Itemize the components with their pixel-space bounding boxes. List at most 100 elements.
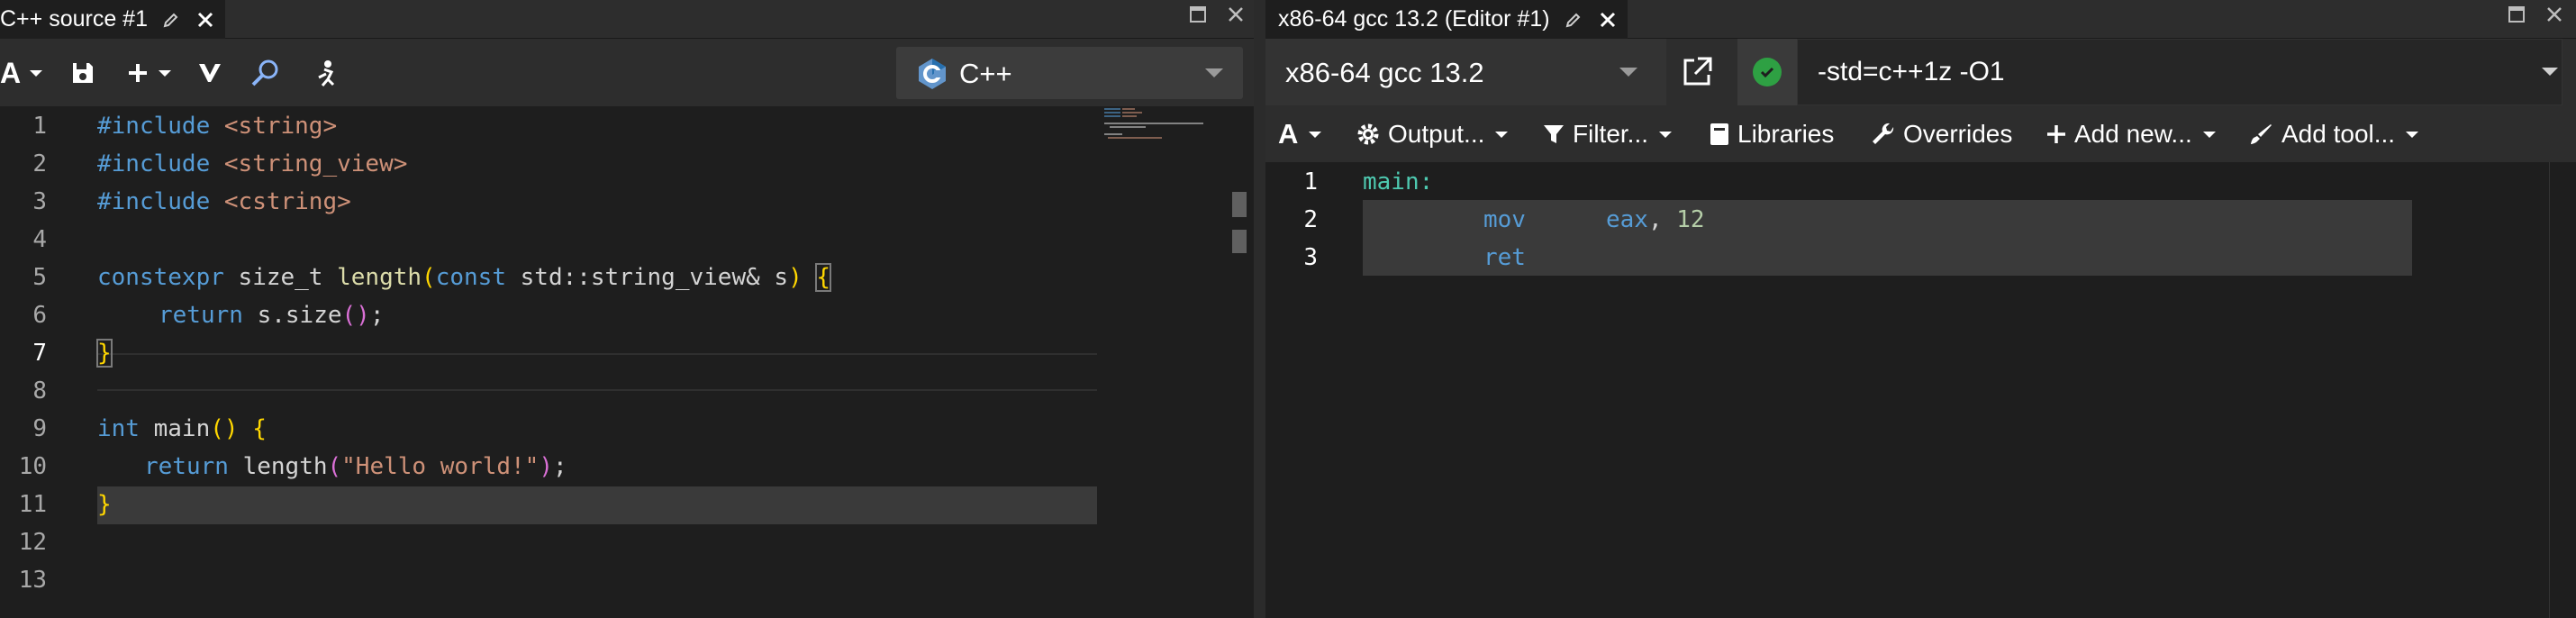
code-line: 8 (0, 371, 1254, 409)
token: "Hello world!" (341, 453, 540, 480)
line-number: 5 (32, 264, 47, 291)
add-tool-label: Add tool... (2281, 120, 2396, 148)
font-size-icon: A (1278, 118, 1299, 150)
token: #include (97, 188, 211, 215)
libraries-label: Libraries (1737, 120, 1835, 148)
run-button[interactable] (312, 55, 342, 91)
chevron-down-icon[interactable] (2542, 68, 2558, 76)
token: std::string_view& s (505, 264, 789, 291)
token: <cstring> (223, 188, 351, 215)
token: size_t (223, 264, 338, 291)
vertical-scrollbar[interactable] (1230, 192, 1254, 618)
compiler-options-input[interactable] (1797, 39, 2562, 105)
search-icon (251, 59, 278, 86)
asm-opcode: mov (1483, 206, 1526, 233)
asm-immediate: 12 (1676, 206, 1705, 233)
token: ) (539, 453, 553, 480)
assembly-output-editor[interactable]: 1 main: 2 mov eax, 12 3 ret (1265, 162, 2576, 618)
libraries-button[interactable]: Libraries (1709, 117, 1834, 151)
line-number: 3 (32, 188, 47, 215)
overrides-label: Overrides (1903, 120, 2013, 148)
token: #include (97, 150, 211, 177)
line-number: 12 (18, 529, 47, 556)
asm-line: 2 mov eax, 12 (1265, 200, 2576, 238)
code-line: 11 } (0, 485, 1254, 523)
compiler-bar: x86-64 gcc 13.2 (1265, 39, 2576, 105)
code-line: 7 } (0, 333, 1254, 371)
close-icon[interactable] (195, 9, 216, 31)
code-line: 12 (0, 523, 1254, 560)
font-size-button[interactable]: A (0, 55, 43, 91)
line-number: 7 (32, 340, 47, 367)
code-line: 3 #include <cstring> (0, 182, 1254, 220)
line-number: 1 (1303, 168, 1318, 195)
filter-label: Filter... (1573, 120, 1649, 148)
search-button[interactable] (250, 55, 281, 91)
compiler-tab[interactable]: x86-64 gcc 13.2 (Editor #1) (1265, 0, 1628, 39)
popout-icon[interactable] (1680, 55, 1714, 89)
code-line: 13 (0, 560, 1254, 598)
token: () (341, 302, 370, 329)
line-number: 13 (18, 567, 47, 594)
save-icon (73, 63, 93, 83)
edit-icon[interactable] (160, 9, 182, 31)
language-label: C++ (959, 58, 1012, 89)
compile-status[interactable] (1737, 39, 1797, 105)
scroll-thumb[interactable] (1232, 230, 1247, 253)
token: const (435, 264, 506, 291)
code-line: 1 #include <string> (0, 106, 1254, 144)
token: } (96, 339, 113, 368)
maximize-icon[interactable] (2508, 5, 2526, 28)
code-line: 6 return s.size(); (0, 295, 1254, 333)
code-line: 2 #include <string_view> (0, 144, 1254, 182)
asm-line: 1 main: (1265, 162, 2576, 200)
line-number: 1 (32, 113, 47, 140)
code-line: 10 return length("Hello world!"); (0, 447, 1254, 485)
vim-icon (199, 64, 221, 82)
source-tab-title: C++ source #1 (0, 6, 148, 32)
asm-label: main: (1363, 168, 1434, 195)
vertical-scrollbar[interactable] (2549, 162, 2571, 618)
token: () (210, 415, 239, 442)
output-button[interactable]: Output... (1356, 117, 1509, 151)
cpp-logo-icon (919, 59, 946, 89)
maximize-icon[interactable] (1189, 5, 1207, 28)
close-pane-icon[interactable] (1227, 5, 1245, 28)
line-number: 9 (32, 415, 47, 442)
source-code-editor[interactable]: 1 #include <string> 2 #include <string_v… (0, 106, 1254, 618)
vim-toggle[interactable] (196, 55, 223, 91)
pane-splitter[interactable] (1254, 0, 1265, 618)
token: , (1647, 206, 1677, 233)
close-pane-icon[interactable] (2545, 5, 2563, 28)
add-new-button[interactable]: Add new... (2045, 117, 2216, 151)
edit-icon[interactable] (1563, 9, 1584, 31)
asm-opcode: ret (1483, 244, 1526, 271)
source-tab-bar: C++ source #1 (0, 0, 1254, 39)
line-number: 2 (32, 150, 47, 177)
filter-button[interactable]: Filter... (1542, 117, 1673, 151)
source-tab[interactable]: C++ source #1 (0, 0, 225, 39)
token: ; (369, 302, 385, 329)
token: #include (97, 113, 211, 140)
add-pane-button[interactable] (126, 55, 171, 91)
close-icon[interactable] (1597, 9, 1619, 31)
token: main (139, 415, 211, 442)
font-size-button[interactable]: A (1278, 117, 1322, 151)
save-button[interactable] (70, 55, 95, 91)
run-icon (318, 60, 335, 86)
language-select[interactable]: C++ (896, 47, 1243, 99)
line-number: 2 (1303, 206, 1318, 233)
add-tool-button[interactable]: Add tool... (2249, 117, 2419, 151)
compiler-select[interactable]: x86-64 gcc 13.2 (1265, 39, 1666, 105)
source-editor-pane: C++ source #1 A C++ 1 #include <string> … (0, 0, 1254, 618)
wrench-icon (1873, 123, 1894, 144)
scroll-thumb[interactable] (1232, 192, 1247, 217)
token: length (337, 264, 422, 291)
book-icon (1710, 123, 1728, 145)
code-line: 5 constexpr size_t length(const std::str… (0, 258, 1254, 295)
overrides-button[interactable]: Overrides (1871, 117, 2012, 151)
code-minimap[interactable] (1101, 106, 1236, 142)
compiler-label: x86-64 gcc 13.2 (1285, 57, 1484, 88)
